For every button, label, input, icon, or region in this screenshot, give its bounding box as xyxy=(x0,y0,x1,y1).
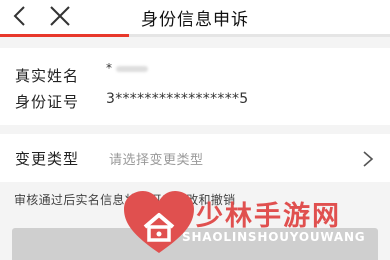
top-navigation-bar: 身份信息申诉 xyxy=(0,0,390,34)
chevron-right-icon xyxy=(363,151,374,167)
identity-info-card: 真实姓名 * 身份证号 3*****************5 xyxy=(0,48,390,125)
progress-bar-fill xyxy=(0,34,129,37)
watermark-subtitle: SHAOLINSHOUYOUWANG xyxy=(182,230,366,244)
watermark-title: 少林手游网 xyxy=(196,201,341,232)
change-type-selector[interactable]: 变更类型 请选择变更类型 xyxy=(0,134,390,182)
progress-bar xyxy=(0,34,390,37)
real-name-value: * xyxy=(106,61,148,75)
heart-house-logo-icon xyxy=(124,191,194,253)
id-number-label: 身份证号 xyxy=(15,93,80,111)
id-number-value: 3*****************5 xyxy=(106,91,249,107)
change-type-label: 变更类型 xyxy=(15,150,80,168)
real-name-value-text: * xyxy=(106,61,112,75)
real-name-label: 真实姓名 xyxy=(15,67,80,85)
page-title: 身份信息申诉 xyxy=(141,10,249,30)
change-type-placeholder: 请选择变更类型 xyxy=(109,153,204,168)
watermark: 少林手游网 SHAOLINSHOUYOUWANG xyxy=(122,185,390,260)
redacted-name-blur xyxy=(116,65,148,72)
